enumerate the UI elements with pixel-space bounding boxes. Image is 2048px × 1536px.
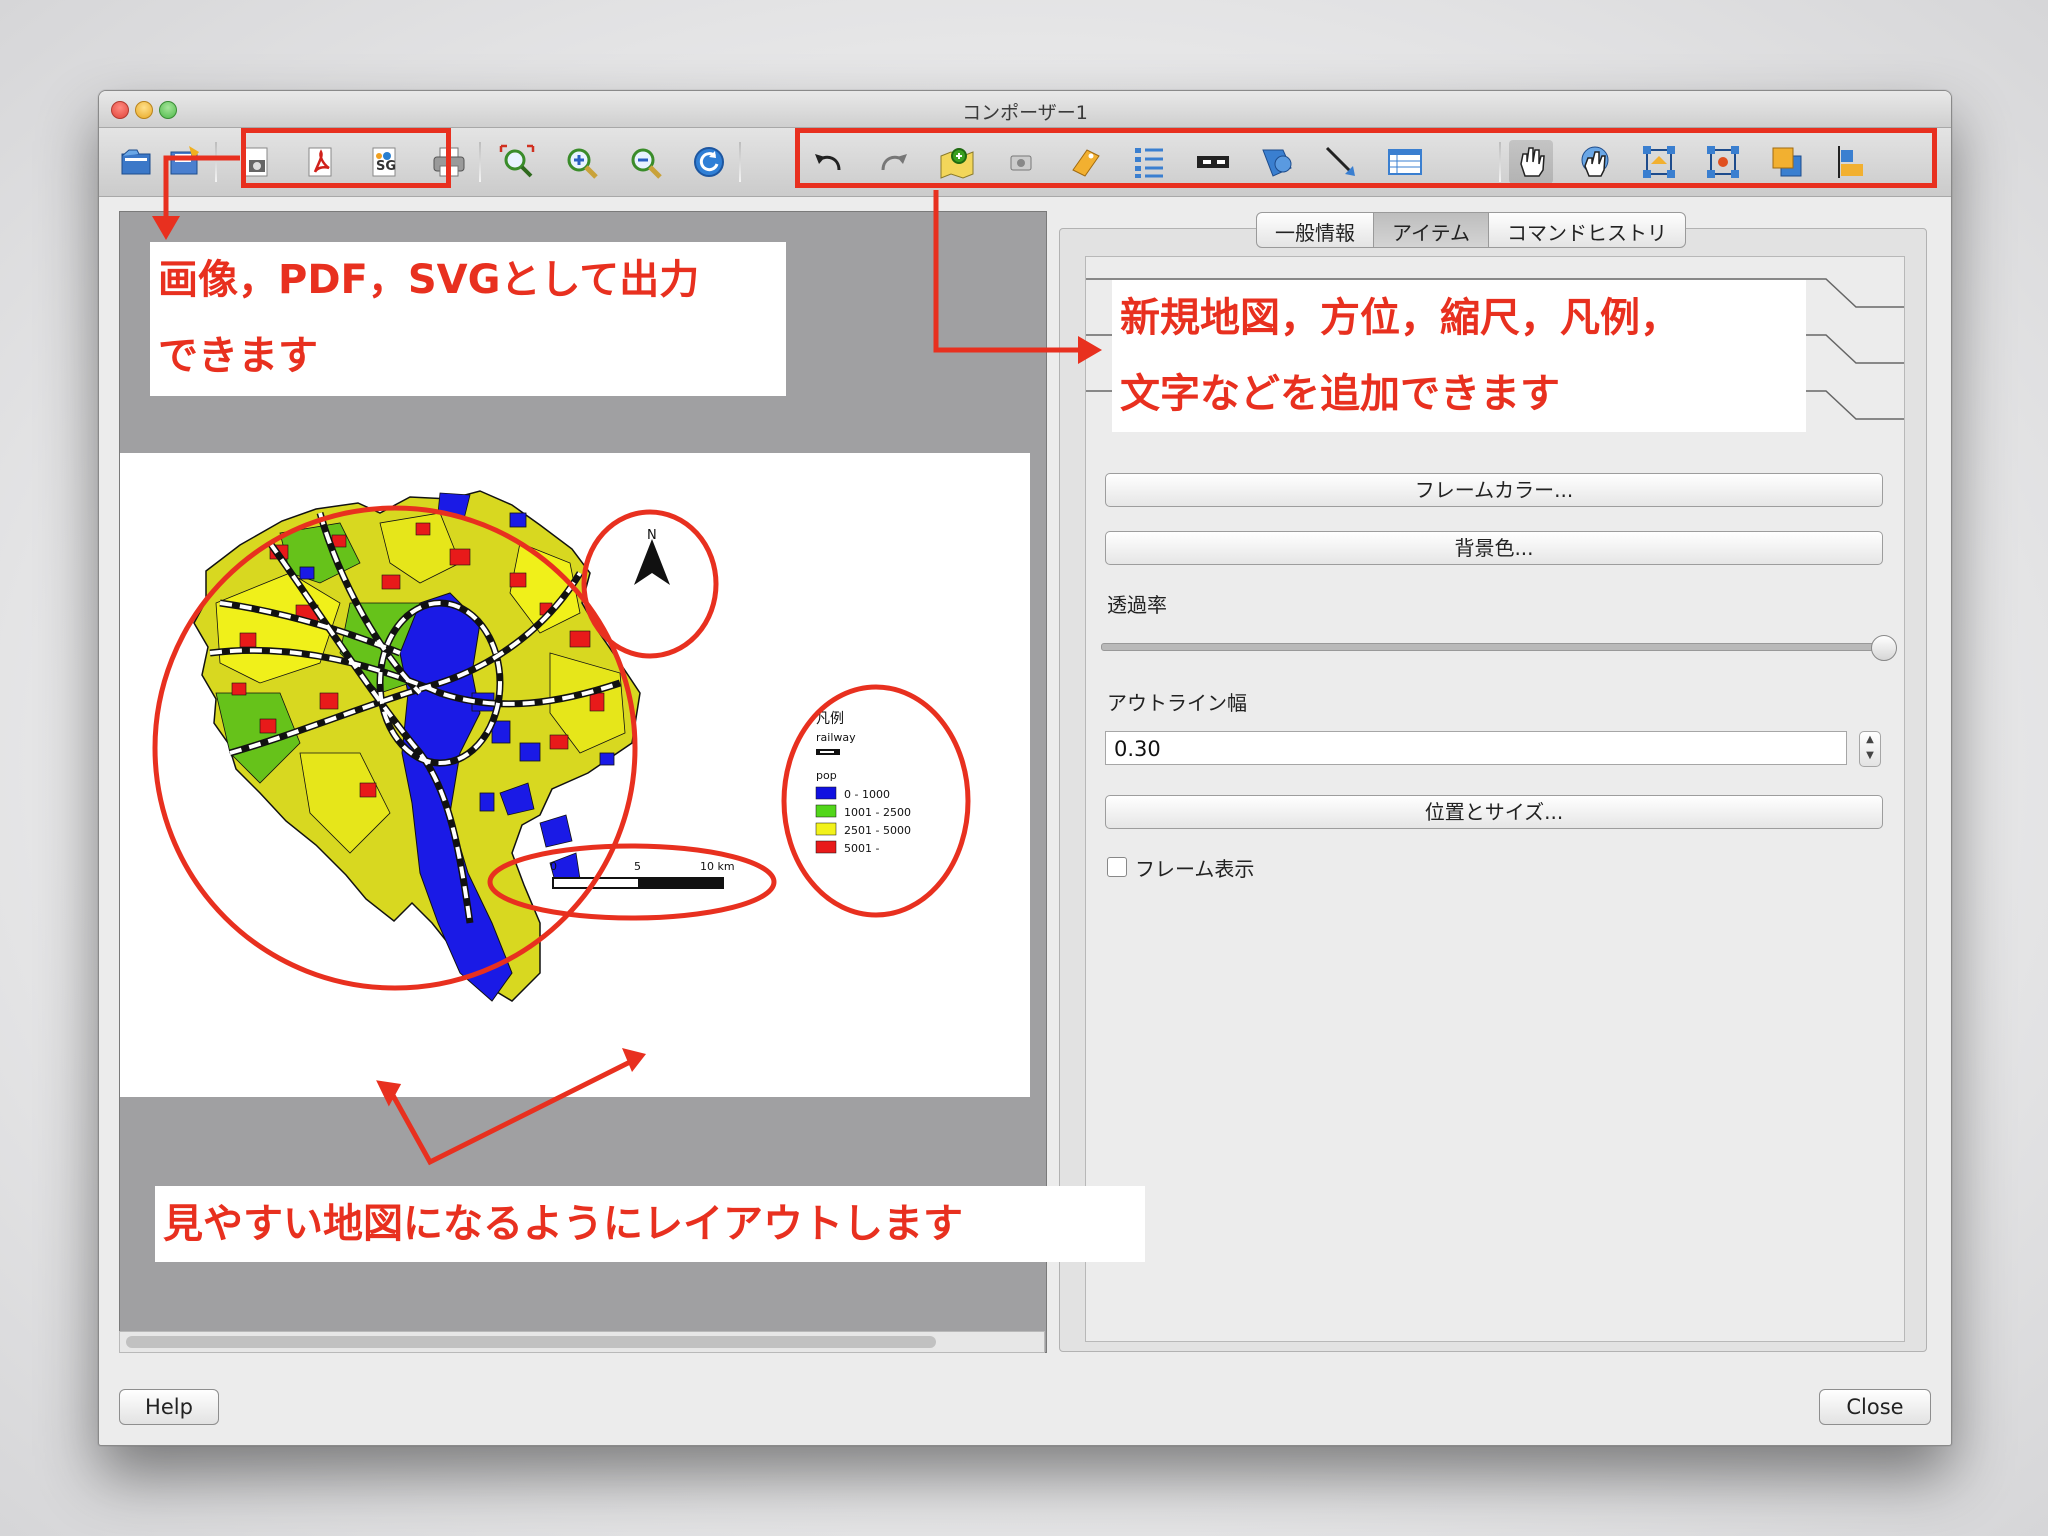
- ungroup-icon[interactable]: [1701, 140, 1745, 184]
- add-items-annotation-line1: 新規地図，方位，縮尺，凡例，: [1120, 295, 1680, 341]
- scale-label: 10 km: [700, 860, 735, 873]
- background-color-button[interactable]: 背景色...: [1105, 531, 1883, 565]
- outline-width-stepper[interactable]: ▲ ▼: [1859, 731, 1881, 767]
- legend-item-label: 1001 - 2500: [844, 806, 911, 819]
- north-label: N: [647, 528, 657, 543]
- tab-command-history[interactable]: コマンドヒストリ: [1489, 213, 1685, 247]
- show-frame-checkbox[interactable]: [1107, 857, 1127, 877]
- add-scalebar-icon[interactable]: [1191, 140, 1235, 184]
- print-icon[interactable]: [427, 140, 471, 184]
- zoom-out-icon[interactable]: [623, 140, 667, 184]
- raise-items-icon[interactable]: [1765, 140, 1809, 184]
- outline-width-label: アウトライン幅: [1107, 691, 1247, 715]
- add-arrow-icon[interactable]: [1319, 140, 1363, 184]
- zoom-full-icon[interactable]: [495, 140, 539, 184]
- toolbar: SG: [99, 128, 1951, 197]
- save-template-icon[interactable]: [163, 140, 207, 184]
- outline-width-input[interactable]: 0.30: [1105, 731, 1847, 765]
- north-arrow-icon[interactable]: [634, 539, 670, 585]
- legend-swatch: [815, 786, 837, 800]
- export-annotation: 画像，PDF，SVGとして出力 できます: [150, 242, 786, 396]
- export-annotation-line1: 画像，PDF，SVGとして出力: [158, 257, 700, 303]
- scale-label: 5: [634, 860, 641, 873]
- move-content-icon[interactable]: [1573, 140, 1617, 184]
- horizontal-scrollbar[interactable]: [119, 1331, 1045, 1353]
- transparency-label: 透過率: [1107, 593, 1167, 617]
- transparency-slider-knob[interactable]: [1871, 635, 1897, 661]
- map-item[interactable]: N 0 5 10 km 凡例 railway pop 0 - 10001001 …: [120, 453, 1030, 1097]
- window-title: コンポーザー1: [962, 102, 1088, 124]
- legend-swatch: [815, 822, 837, 836]
- redo-icon[interactable]: [871, 140, 915, 184]
- open-template-icon[interactable]: [115, 140, 159, 184]
- legend-item-label: 5001 -: [844, 842, 879, 855]
- frame-color-button[interactable]: フレームカラー...: [1105, 473, 1883, 507]
- export-svg-icon[interactable]: SG: [363, 140, 407, 184]
- scale-label: 0: [550, 860, 557, 873]
- svg-text:railway: railway: [816, 731, 856, 744]
- add-image-icon[interactable]: [999, 140, 1043, 184]
- add-label-icon[interactable]: [1063, 140, 1107, 184]
- add-map-icon[interactable]: [935, 140, 979, 184]
- position-size-button[interactable]: 位置とサイズ...: [1105, 795, 1883, 829]
- zoom-in-icon[interactable]: [559, 140, 603, 184]
- undo-icon[interactable]: [807, 140, 851, 184]
- legend-item-label: 0 - 1000: [844, 788, 890, 801]
- export-image-icon[interactable]: [235, 140, 279, 184]
- svg-text:pop: pop: [816, 769, 837, 782]
- group-icon[interactable]: [1637, 140, 1681, 184]
- panel-tabs: 一般情報 アイテム コマンドヒストリ: [1256, 212, 1686, 248]
- legend-swatch: [815, 804, 837, 818]
- export-annotation-line2: できます: [158, 333, 318, 379]
- help-button[interactable]: Help: [119, 1389, 219, 1425]
- show-frame-label: フレーム表示: [1135, 857, 1255, 881]
- legend[interactable]: 凡例 railway pop 0 - 10001001 - 25002501 -…: [815, 711, 911, 855]
- title-bar: コンポーザー1: [99, 91, 1951, 128]
- print-page: N 0 5 10 km 凡例 railway pop 0 - 1000 1001 …: [120, 453, 1030, 1097]
- select-move-icon[interactable]: [1509, 140, 1553, 184]
- legend-item-label: 2501 - 5000: [844, 824, 911, 837]
- add-shape-icon[interactable]: [1255, 140, 1299, 184]
- export-pdf-icon[interactable]: [299, 140, 343, 184]
- add-items-annotation: 新規地図，方位，縮尺，凡例， 文字などを追加できます: [1112, 280, 1806, 432]
- align-items-icon[interactable]: [1829, 140, 1873, 184]
- add-table-icon[interactable]: [1383, 140, 1427, 184]
- layout-annotation: 見やすい地図になるようにレイアウトします: [155, 1186, 1145, 1262]
- transparency-slider[interactable]: [1101, 643, 1891, 651]
- legend-swatch: [815, 840, 837, 854]
- add-items-annotation-line2: 文字などを追加できます: [1120, 371, 1560, 417]
- tab-item[interactable]: アイテム: [1374, 213, 1489, 247]
- tab-general[interactable]: 一般情報: [1257, 213, 1374, 247]
- close-button[interactable]: Close: [1819, 1389, 1931, 1425]
- legend-highlight-circle: [781, 684, 971, 918]
- add-legend-icon[interactable]: [1127, 140, 1171, 184]
- svg-text:SG: SG: [376, 159, 396, 174]
- scroll-thumb[interactable]: [126, 1336, 936, 1348]
- refresh-icon[interactable]: [687, 140, 731, 184]
